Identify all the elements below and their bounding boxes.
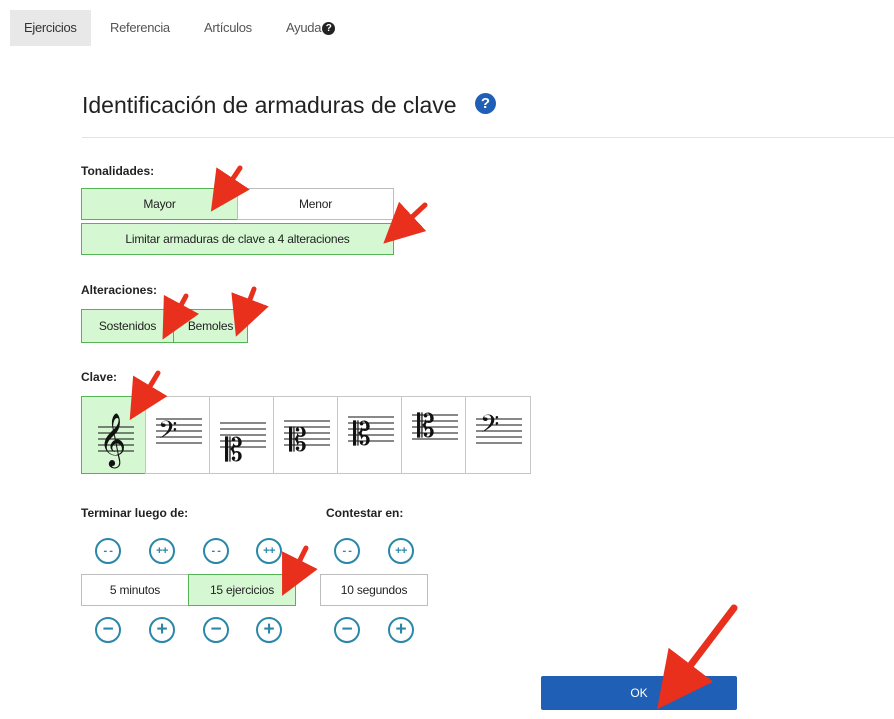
svg-text:𝄡: 𝄡 — [289, 421, 307, 459]
svg-text:𝄢: 𝄢 — [158, 416, 177, 451]
segundos-increase-more-button[interactable]: ++ — [388, 538, 414, 564]
baritone-clef-icon: 𝄢 — [476, 410, 522, 445]
treble-clef-button[interactable]: 𝄞 — [81, 396, 147, 474]
divider — [82, 137, 894, 138]
question-circle-icon: ? — [322, 22, 336, 35]
segundos-decrease-button[interactable]: − — [334, 617, 360, 643]
minutos-increase-button[interactable]: + — [149, 617, 175, 643]
mayor-button[interactable]: Mayor — [81, 188, 238, 220]
ejercicios-increase-button[interactable]: + — [256, 617, 282, 643]
ejercicios-increase-more-button[interactable]: ++ — [256, 538, 282, 564]
clave-label: Clave: — [81, 370, 118, 384]
tab-referencia[interactable]: Referencia — [96, 10, 184, 46]
ejercicios-decrease-more-button[interactable]: - - — [203, 538, 229, 564]
svg-text:𝄞: 𝄞 — [99, 412, 126, 468]
alto-clef-high-icon: 𝄡 — [412, 407, 458, 445]
contestar-label: Contestar en: — [326, 506, 404, 520]
arrow-limitar — [383, 201, 428, 244]
bass-clef-button[interactable]: 𝄢 — [145, 396, 211, 474]
tab-ayuda[interactable]: Ayuda? — [272, 10, 349, 46]
page-title: Identificación de armaduras de clave — [82, 92, 457, 118]
ok-button[interactable]: OK — [541, 676, 737, 710]
menor-button[interactable]: Menor — [237, 188, 394, 220]
svg-text:𝄡: 𝄡 — [353, 415, 371, 453]
limitar-alteraciones-button[interactable]: Limitar armaduras de clave a 4 alteracio… — [81, 223, 394, 255]
svg-text:𝄡: 𝄡 — [225, 431, 243, 469]
terminar-label: Terminar luego de: — [81, 506, 189, 520]
sostenidos-button[interactable]: Sostenidos — [81, 309, 174, 343]
baritone-clef-button[interactable]: 𝄢 — [465, 396, 531, 474]
minutos-decrease-button[interactable]: − — [95, 617, 121, 643]
treble-clef-icon: 𝄞 — [98, 412, 134, 468]
alto-clef-button[interactable]: 𝄡 — [273, 396, 339, 474]
alto-clef-low-button[interactable]: 𝄡 — [209, 396, 275, 474]
svg-text:𝄢: 𝄢 — [480, 410, 499, 445]
tonalidades-label: Tonalidades: — [81, 164, 155, 178]
segundos-increase-button[interactable]: + — [388, 617, 414, 643]
question-circle-icon[interactable]: ? — [475, 93, 496, 114]
alto-clef-icon: 𝄡 — [284, 420, 330, 459]
bass-clef-icon: 𝄢 — [156, 416, 202, 451]
ejercicios-option[interactable]: 15 ejercicios — [188, 574, 296, 606]
alto-clef-high-button[interactable]: 𝄡 — [401, 396, 467, 474]
segundos-value[interactable]: 10 segundos — [320, 574, 428, 606]
tab-ejercicios[interactable]: Ejercicios — [10, 10, 91, 46]
tenor-clef-icon: 𝄡 — [348, 415, 394, 453]
segundos-decrease-more-button[interactable]: - - — [334, 538, 360, 564]
minutos-decrease-more-button[interactable]: - - — [95, 538, 121, 564]
svg-text:𝄡: 𝄡 — [417, 407, 435, 445]
minutos-option[interactable]: 5 minutos — [81, 574, 189, 606]
bemoles-button[interactable]: Bemoles — [173, 309, 248, 343]
tenor-clef-button[interactable]: 𝄡 — [337, 396, 403, 474]
minutos-increase-more-button[interactable]: ++ — [149, 538, 175, 564]
top-nav: Ejercicios Referencia Artículos Ayuda? — [0, 0, 894, 55]
alto-clef-low-icon: 𝄡 — [220, 422, 266, 469]
alteraciones-label: Alteraciones: — [81, 283, 158, 297]
ejercicios-decrease-button[interactable]: − — [203, 617, 229, 643]
tab-articulos[interactable]: Artículos — [190, 10, 266, 46]
